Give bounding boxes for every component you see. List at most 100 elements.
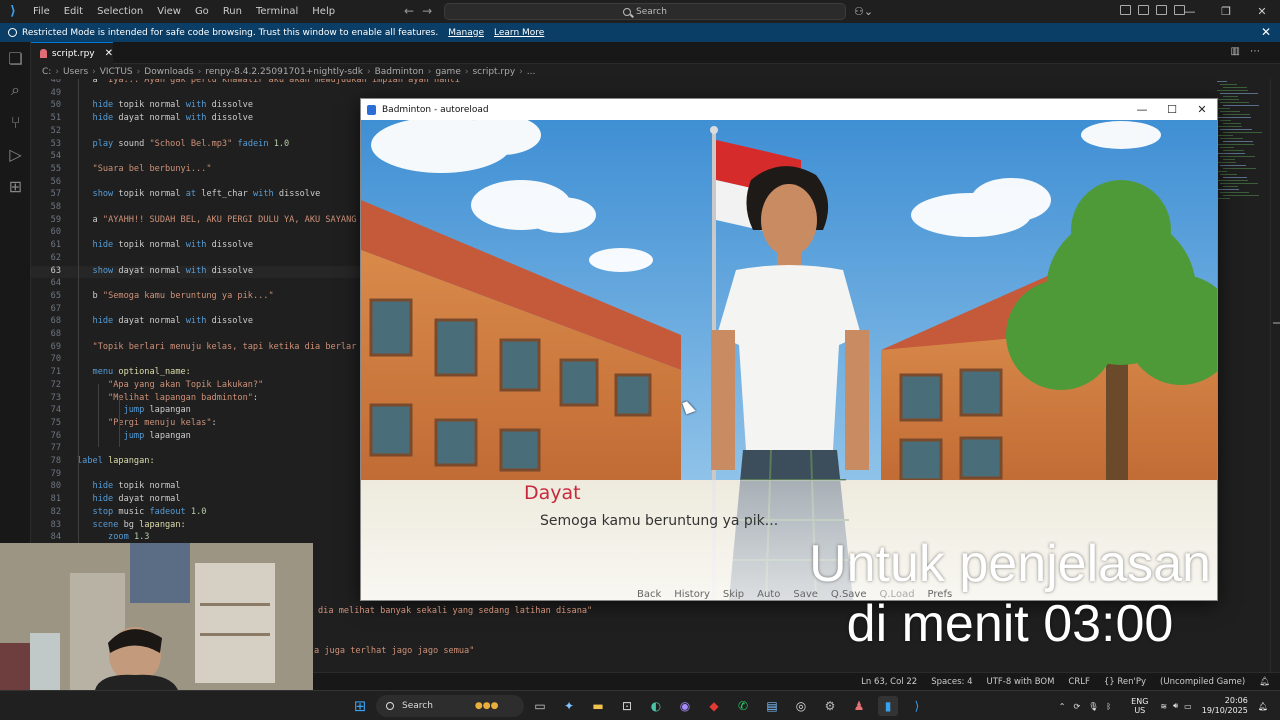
menu-go[interactable]: Go	[188, 6, 216, 17]
app-red-icon[interactable]: ◆	[704, 696, 724, 716]
breadcrumb-item[interactable]: game	[435, 67, 461, 77]
breadcrumb-item[interactable]: ...	[527, 67, 536, 77]
line-number: 56	[50, 176, 61, 187]
notifications-icon[interactable]: 🔔︎	[1258, 702, 1268, 711]
speaker-name: Dayat	[524, 482, 581, 504]
back-arrow-icon[interactable]: ←	[404, 4, 422, 18]
notepad-icon[interactable]: ▤	[762, 696, 782, 716]
menu-bar: File Edit Selection View Go Run Terminal…	[26, 6, 342, 17]
minimap[interactable]	[1217, 79, 1270, 239]
code-text: jump lapangan	[123, 430, 191, 441]
game-minimize-icon[interactable]: —	[1127, 99, 1157, 120]
notifications-bell-icon[interactable]: 🔔︎	[1259, 677, 1270, 687]
code-line[interactable]: 48 a "Iya... Ayah gak perlu khawatir aku…	[31, 79, 1031, 88]
bluetooth-icon[interactable]: ᛒ	[1106, 702, 1111, 711]
menu-view[interactable]: View	[150, 6, 188, 17]
tray-overflow-icon[interactable]: ⌃	[1059, 702, 1066, 711]
menu-terminal[interactable]: Terminal	[249, 6, 305, 17]
learn-more-link[interactable]: Learn More	[494, 28, 544, 38]
breadcrumb-item[interactable]: script.rpy	[472, 67, 515, 77]
settings-gear-icon[interactable]: ⚙	[820, 696, 840, 716]
discord-icon[interactable]: ◉	[675, 696, 695, 716]
command-center-label: Search	[636, 6, 667, 17]
menu-help[interactable]: Help	[305, 6, 342, 17]
extensions-icon[interactable]: ⊞	[0, 170, 31, 202]
banner-close-icon[interactable]: ✕	[1261, 25, 1271, 39]
renpy-game-task-icon[interactable]: ▮	[878, 696, 898, 716]
source-control-icon[interactable]: ⑂	[0, 106, 31, 138]
code-text: hide dayat normal with dissolve	[92, 316, 254, 327]
explorer-icon[interactable]: ❏	[0, 42, 31, 74]
minimap-line	[1220, 156, 1255, 157]
menu-selection[interactable]: Selection	[90, 6, 150, 17]
layout-customize-icon[interactable]	[1120, 5, 1131, 15]
file-explorer-icon[interactable]: ▬	[588, 696, 608, 716]
input-language[interactable]: ENG US	[1131, 697, 1148, 715]
game-close-icon[interactable]: ✕	[1187, 99, 1217, 120]
scrollbar-thumb[interactable]	[1273, 322, 1280, 324]
copilot-app-icon[interactable]: ✦	[559, 696, 579, 716]
game-window[interactable]: Badminton - autoreload — ☐ ✕ Dayat Semog…	[360, 98, 1218, 601]
command-center-search[interactable]: Search	[444, 3, 846, 20]
quick-menu-back[interactable]: Back	[637, 589, 661, 600]
breadcrumb-item[interactable]: Downloads	[144, 67, 193, 77]
code-text: label lapangan:	[77, 456, 155, 466]
menu-file[interactable]: File	[26, 6, 57, 17]
game-maximize-icon[interactable]: ☐	[1157, 99, 1187, 120]
split-editor-icon[interactable]: ▥	[1231, 46, 1250, 57]
copilot-icon[interactable]: ⚇⌄	[854, 5, 873, 18]
tab-script-rpy[interactable]: script.rpy ✕	[31, 42, 113, 64]
clock[interactable]: 20:06 19/10/2025	[1202, 696, 1248, 716]
toggle-panel-icon[interactable]	[1156, 5, 1167, 15]
minimap-line	[1223, 114, 1250, 115]
toggle-sidebar-icon[interactable]	[1138, 5, 1149, 15]
line-number: 84	[50, 532, 61, 543]
forward-arrow-icon[interactable]: →	[422, 4, 440, 18]
clock-time: 20:06	[1224, 696, 1248, 705]
sync-icon[interactable]: ⟳	[1074, 702, 1081, 711]
code-text: hide dayat normal with dissolve	[92, 113, 254, 124]
minimize-icon[interactable]: —	[1172, 0, 1208, 23]
breadcrumb-item[interactable]: C:	[42, 67, 51, 77]
more-actions-icon[interactable]: ⋯	[1250, 46, 1270, 57]
whatsapp-icon[interactable]: ✆	[733, 696, 753, 716]
edge-icon[interactable]: ◐	[646, 696, 666, 716]
github-icon[interactable]: ◎	[791, 696, 811, 716]
store-icon[interactable]: ⊡	[617, 696, 637, 716]
menu-edit[interactable]: Edit	[57, 6, 90, 17]
menu-run[interactable]: Run	[216, 6, 249, 17]
window-controls: — ❐ ✕	[1172, 0, 1280, 23]
minimap-line	[1220, 147, 1234, 148]
breadcrumb-item[interactable]: VICTUS	[100, 67, 133, 77]
run-debug-icon[interactable]: ▷	[0, 138, 31, 170]
breadcrumb-item[interactable]: Badminton	[375, 67, 424, 77]
vscode-task-icon[interactable]: ⟩	[907, 696, 927, 716]
taskbar-search[interactable]: Search ●●●	[376, 695, 524, 717]
manage-link[interactable]: Manage	[448, 28, 484, 38]
breadcrumb-item[interactable]: renpy-8.4.2.25091701+nightly-sdk	[205, 67, 363, 77]
status-indentation[interactable]: Spaces: 4	[931, 677, 972, 687]
task-view-icon[interactable]: ▭	[530, 696, 550, 716]
game-scene[interactable]: Dayat Semoga kamu beruntung ya pik... Ba…	[361, 120, 1217, 600]
breadcrumb-item[interactable]: Users	[63, 67, 88, 77]
search-icon[interactable]: ⌕	[0, 74, 31, 106]
status-cursor-position[interactable]: Ln 63, Col 22	[861, 677, 917, 687]
nav-arrows: ←→	[404, 4, 440, 18]
vscode-logo-icon: ⟩	[10, 4, 16, 19]
restore-icon[interactable]: ❐	[1208, 0, 1244, 23]
renpy-launcher-icon[interactable]: ♟	[849, 696, 869, 716]
game-window-titlebar[interactable]: Badminton - autoreload — ☐ ✕	[361, 99, 1217, 120]
quick-menu-history[interactable]: History	[674, 589, 710, 600]
microphone-icon[interactable]: 🎙︎	[1088, 702, 1098, 711]
status-renpy-game[interactable]: (Uncompiled Game)	[1160, 677, 1245, 687]
status-eol[interactable]: CRLF	[1068, 677, 1089, 687]
volume-icon[interactable]: 🔊︎	[1173, 701, 1178, 711]
battery-icon[interactable]: ▭	[1184, 702, 1192, 711]
tab-close-icon[interactable]: ✕	[105, 48, 113, 59]
windows-start-icon[interactable]: ⊞	[350, 696, 370, 716]
close-icon[interactable]: ✕	[1244, 0, 1280, 23]
status-encoding[interactable]: UTF-8 with BOM	[987, 677, 1055, 687]
minimap-line	[1220, 165, 1246, 166]
status-language[interactable]: {} Ren'Py	[1104, 677, 1146, 687]
wifi-icon[interactable]: ≋	[1160, 702, 1167, 711]
